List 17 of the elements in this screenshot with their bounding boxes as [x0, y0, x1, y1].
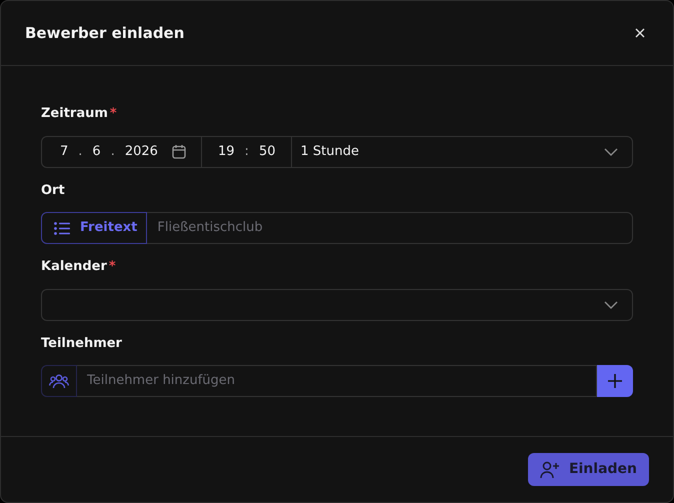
participant-field[interactable]: Teilnehmer hinzufügen [77, 365, 597, 397]
dialog-title: Bewerber einladen [25, 22, 184, 44]
chevron-down-icon [604, 300, 618, 308]
required-mark: * [110, 105, 117, 123]
field-label: Kalender [41, 258, 107, 276]
field-label: Teilnehmer [41, 334, 122, 352]
field-label: Zeitraum [41, 105, 108, 123]
add-button[interactable] [597, 365, 633, 397]
required-mark: * [108, 258, 116, 276]
list-icon [54, 222, 70, 234]
freetext-toggle[interactable]: Freitext [41, 212, 148, 244]
location-field[interactable]: Fließentischclub [147, 212, 633, 244]
add-person-icon [540, 460, 560, 478]
plus-icon [608, 374, 622, 388]
field-label: Ort [41, 182, 65, 200]
close-icon [635, 28, 645, 38]
people-icon [49, 373, 69, 389]
